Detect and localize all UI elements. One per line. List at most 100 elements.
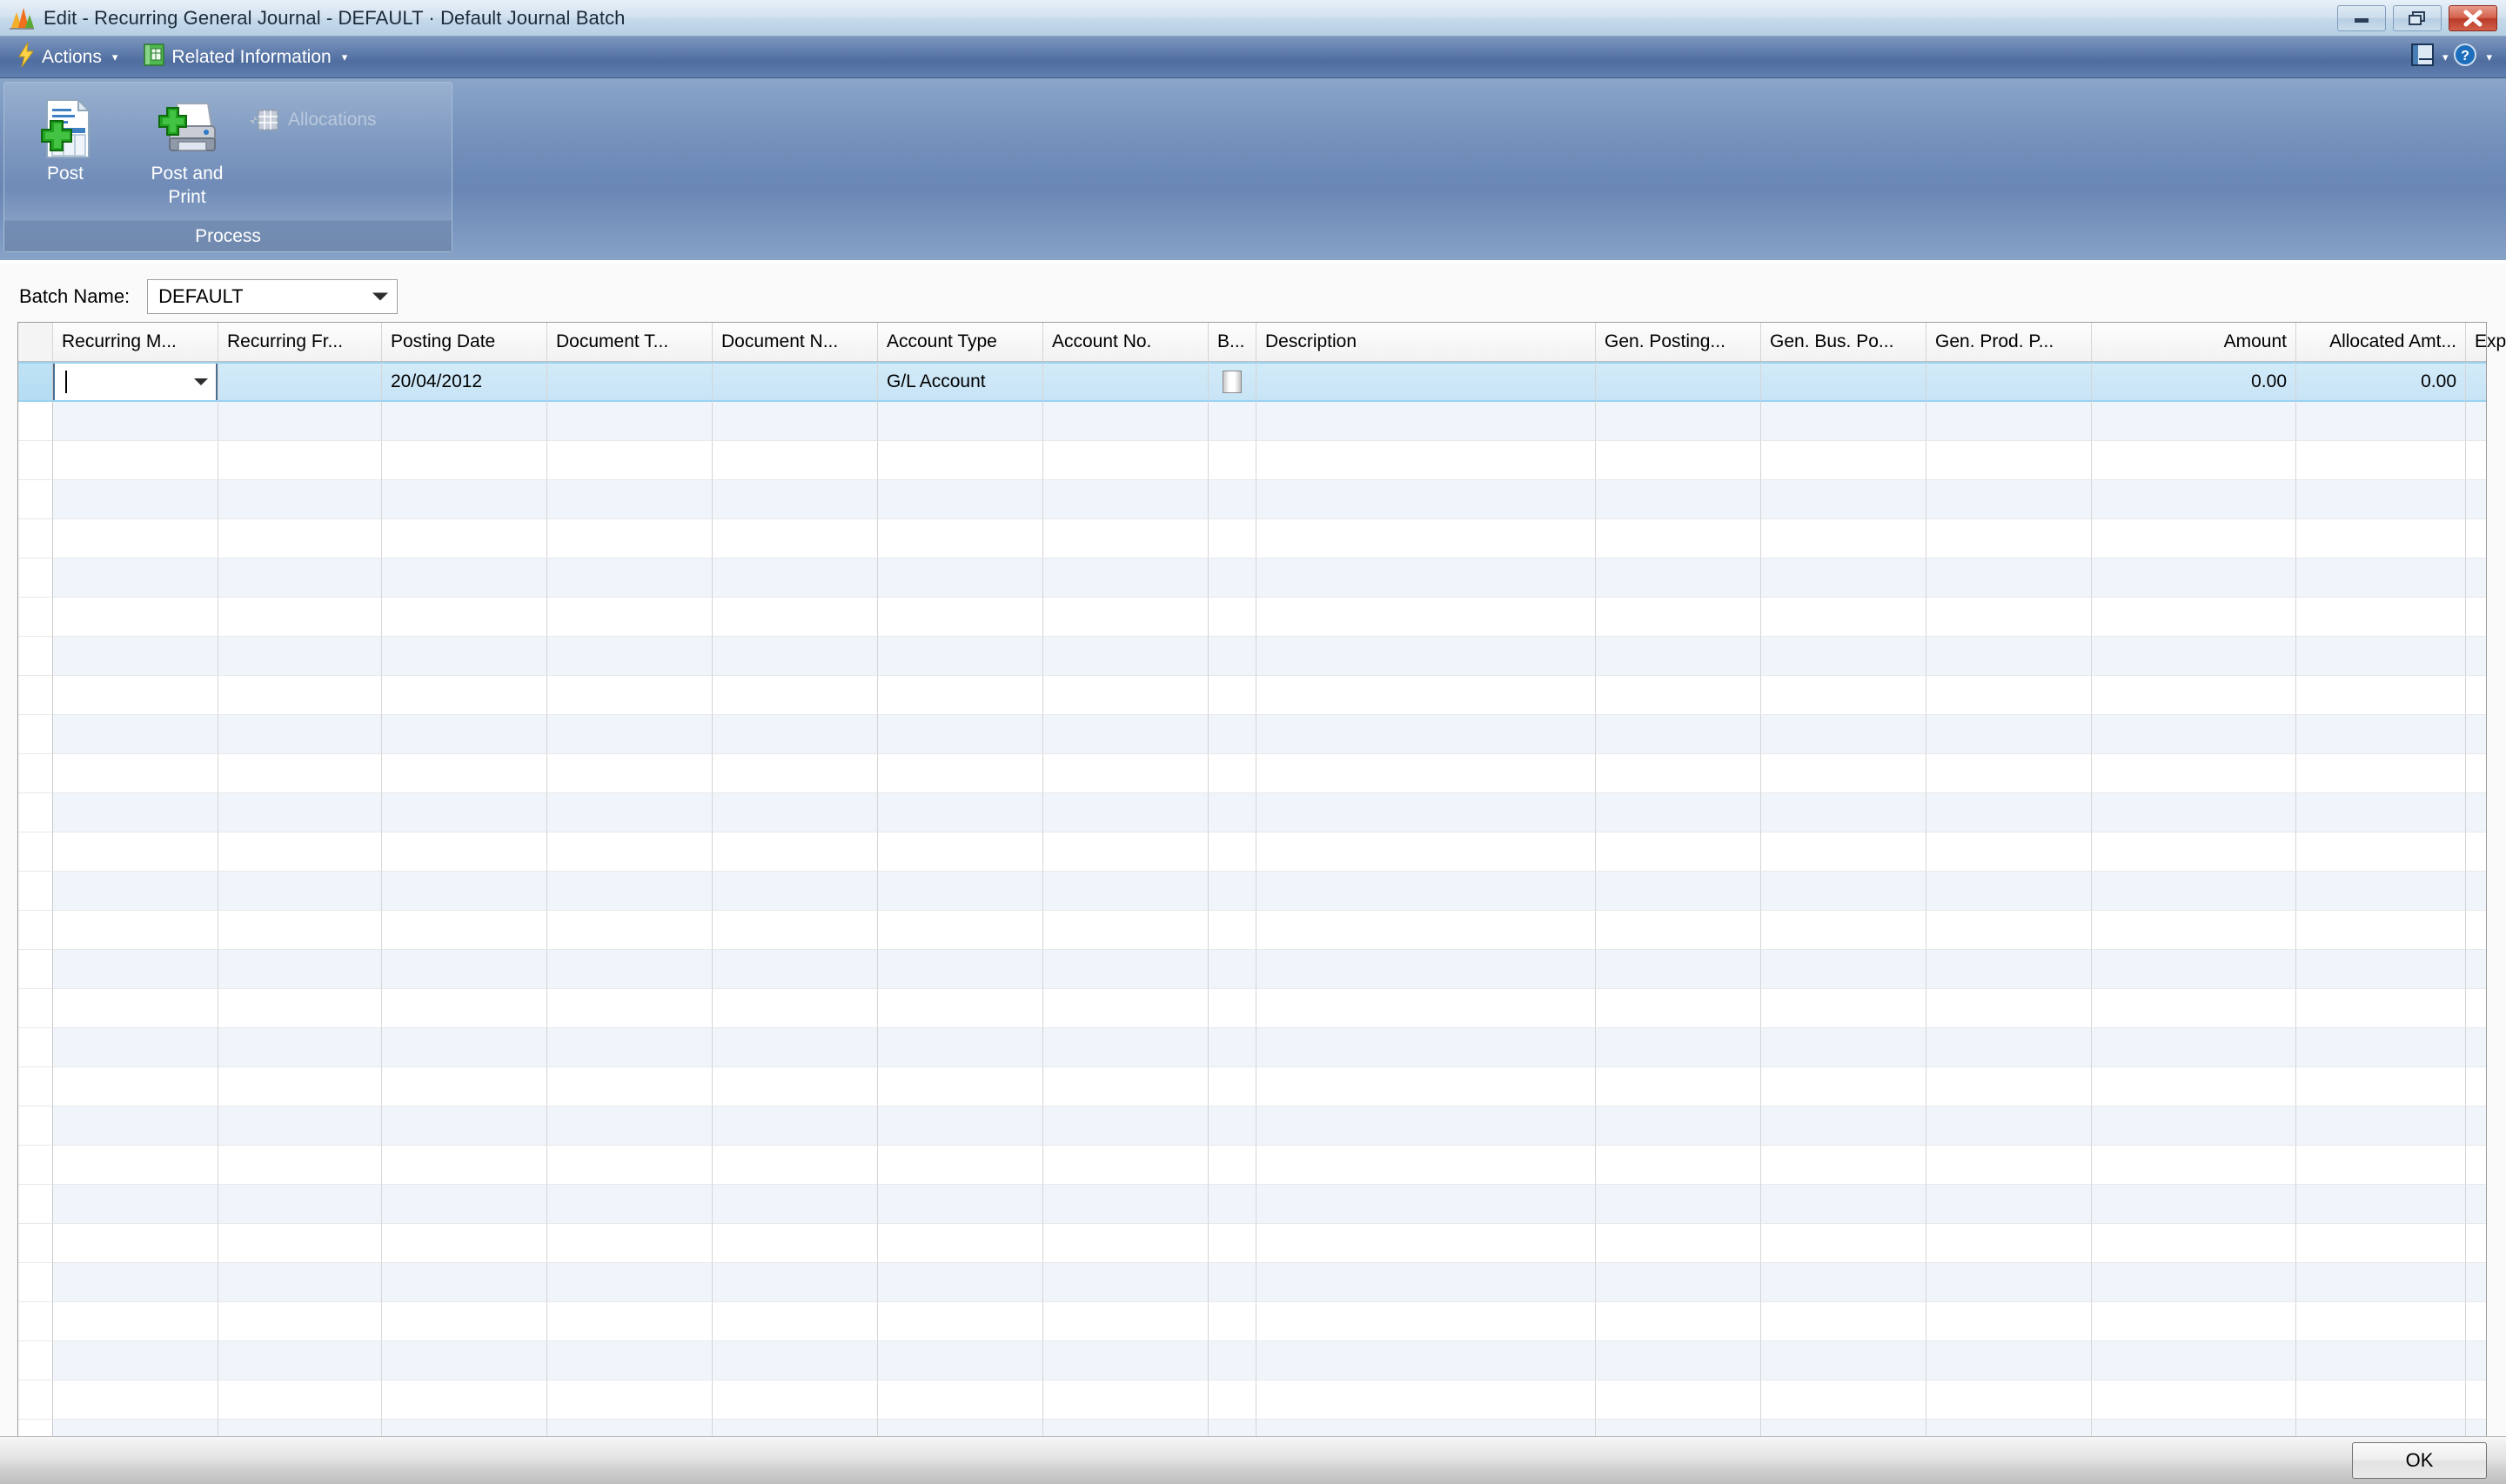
cell-doc_type[interactable] — [547, 1341, 713, 1380]
cell-sel[interactable] — [18, 519, 53, 558]
cell-alloc_amt[interactable] — [2296, 872, 2466, 911]
cell-doc_no[interactable] — [713, 911, 878, 950]
table-row[interactable] — [18, 676, 2486, 715]
cell-doc_type[interactable] — [547, 441, 713, 480]
column-header-rec_method[interactable]: Recurring M... — [53, 323, 218, 361]
cell-b_flag[interactable] — [1209, 1302, 1256, 1341]
cell-rec_method[interactable] — [53, 1106, 218, 1146]
cell-doc_no[interactable] — [713, 1067, 878, 1106]
cell-gen_prod[interactable] — [1926, 1106, 2092, 1146]
cell-b_flag[interactable] — [1209, 911, 1256, 950]
cell-acct_no[interactable] — [1043, 1146, 1209, 1185]
cell-exp_date[interactable] — [2466, 1185, 2486, 1224]
cell-descr[interactable] — [1256, 715, 1596, 754]
cell-acct_type[interactable] — [878, 1341, 1043, 1380]
cell-post_date[interactable] — [382, 1067, 547, 1106]
cell-post_date[interactable] — [382, 1302, 547, 1341]
cell-gen_prod[interactable] — [1926, 989, 2092, 1028]
cell-acct_type[interactable] — [878, 1380, 1043, 1420]
cell-amount[interactable] — [2092, 558, 2296, 598]
cell-gen_bus[interactable] — [1761, 1146, 1926, 1185]
table-row[interactable] — [18, 950, 2486, 989]
cell-b_flag[interactable] — [1209, 1380, 1256, 1420]
cell-gen_post[interactable] — [1596, 950, 1761, 989]
cell-descr[interactable] — [1256, 1341, 1596, 1380]
cell-gen_bus[interactable] — [1761, 1185, 1926, 1224]
cell-gen_prod[interactable] — [1926, 950, 2092, 989]
cell-exp_date[interactable] — [2466, 598, 2486, 637]
cell-descr[interactable] — [1256, 793, 1596, 832]
cell-amount[interactable] — [2092, 832, 2296, 872]
cell-amount[interactable] — [2092, 519, 2296, 558]
cell-doc_no[interactable] — [713, 754, 878, 793]
cell-sel[interactable] — [18, 362, 53, 402]
cell-descr[interactable] — [1256, 558, 1596, 598]
cell-sel[interactable] — [18, 832, 53, 872]
menu-related-information[interactable]: Related Information ▾ — [135, 40, 356, 75]
column-header-alloc_amt[interactable]: Allocated Amt... — [2296, 323, 2466, 361]
cell-acct_no[interactable] — [1043, 1106, 1209, 1146]
column-header-acct_no[interactable]: Account No. — [1043, 323, 1209, 361]
cell-descr[interactable] — [1256, 676, 1596, 715]
cell-descr[interactable] — [1256, 832, 1596, 872]
cell-acct_type[interactable] — [878, 637, 1043, 676]
cell-acct_no[interactable] — [1043, 1224, 1209, 1263]
cell-post_date[interactable] — [382, 519, 547, 558]
cell-descr[interactable] — [1256, 1146, 1596, 1185]
cell-post_date[interactable] — [382, 754, 547, 793]
cell-acct_type[interactable] — [878, 1106, 1043, 1146]
cell-rec_freq[interactable] — [218, 1028, 382, 1067]
cell-gen_post[interactable] — [1596, 754, 1761, 793]
column-header-amount[interactable]: Amount — [2092, 323, 2296, 361]
cell-sel[interactable] — [18, 793, 53, 832]
cell-acct_type[interactable] — [878, 950, 1043, 989]
cell-acct_no[interactable] — [1043, 1302, 1209, 1341]
cell-rec_method[interactable] — [53, 832, 218, 872]
table-row-active[interactable]: 20/04/2012 G/L Account 0.00 0.00 — [18, 362, 2486, 402]
cell-gen_post[interactable] — [1596, 1067, 1761, 1106]
table-row[interactable] — [18, 441, 2486, 480]
cell-gen_post[interactable] — [1596, 598, 1761, 637]
cell-gen_post[interactable] — [1596, 1224, 1761, 1263]
cell-acct_no[interactable] — [1043, 558, 1209, 598]
cell-gen_bus[interactable] — [1761, 1067, 1926, 1106]
cell-gen_prod[interactable] — [1926, 1302, 2092, 1341]
cell-acct_no[interactable] — [1043, 832, 1209, 872]
cell-gen_bus[interactable] — [1761, 950, 1926, 989]
cell-acct_no[interactable] — [1043, 793, 1209, 832]
cell-gen_prod[interactable] — [1926, 676, 2092, 715]
cell-rec_method[interactable] — [53, 1067, 218, 1106]
cell-rec_method[interactable] — [53, 441, 218, 480]
chevron-down-icon[interactable] — [194, 378, 208, 385]
cell-amount[interactable] — [2092, 1380, 2296, 1420]
cell-gen_bus[interactable] — [1761, 1106, 1926, 1146]
cell-doc_no[interactable] — [713, 676, 878, 715]
table-row[interactable] — [18, 1185, 2486, 1224]
cell-amount[interactable] — [2092, 1146, 2296, 1185]
show-hide-pane-icon[interactable] — [2410, 43, 2434, 70]
cell-exp_date[interactable] — [2466, 1067, 2486, 1106]
cell-b_flag[interactable] — [1209, 480, 1256, 519]
table-row[interactable] — [18, 1146, 2486, 1185]
column-header-acct_type[interactable]: Account Type — [878, 323, 1043, 361]
cell-rec_method[interactable] — [53, 1028, 218, 1067]
table-row[interactable] — [18, 480, 2486, 519]
cell-doc_type[interactable] — [547, 402, 713, 441]
cell-b_flag[interactable] — [1209, 676, 1256, 715]
cell-doc_type[interactable] — [547, 989, 713, 1028]
cell-acct_type[interactable] — [878, 911, 1043, 950]
cell-amount[interactable] — [2092, 754, 2296, 793]
cell-b_flag[interactable] — [1209, 1263, 1256, 1302]
cell-acct_type[interactable] — [878, 1185, 1043, 1224]
cell-b_flag[interactable] — [1209, 754, 1256, 793]
cell-doc_type[interactable] — [547, 558, 713, 598]
cell-exp_date[interactable] — [2466, 402, 2486, 441]
cell-gen_post[interactable] — [1596, 1341, 1761, 1380]
cell-sel[interactable] — [18, 1302, 53, 1341]
cell-sel[interactable] — [18, 1106, 53, 1146]
cell-doc_no[interactable] — [713, 989, 878, 1028]
cell-amount[interactable] — [2092, 715, 2296, 754]
cell-doc_type[interactable] — [547, 676, 713, 715]
batch-name-select[interactable]: DEFAULT — [147, 279, 399, 314]
cell-rec_freq[interactable] — [218, 1146, 382, 1185]
